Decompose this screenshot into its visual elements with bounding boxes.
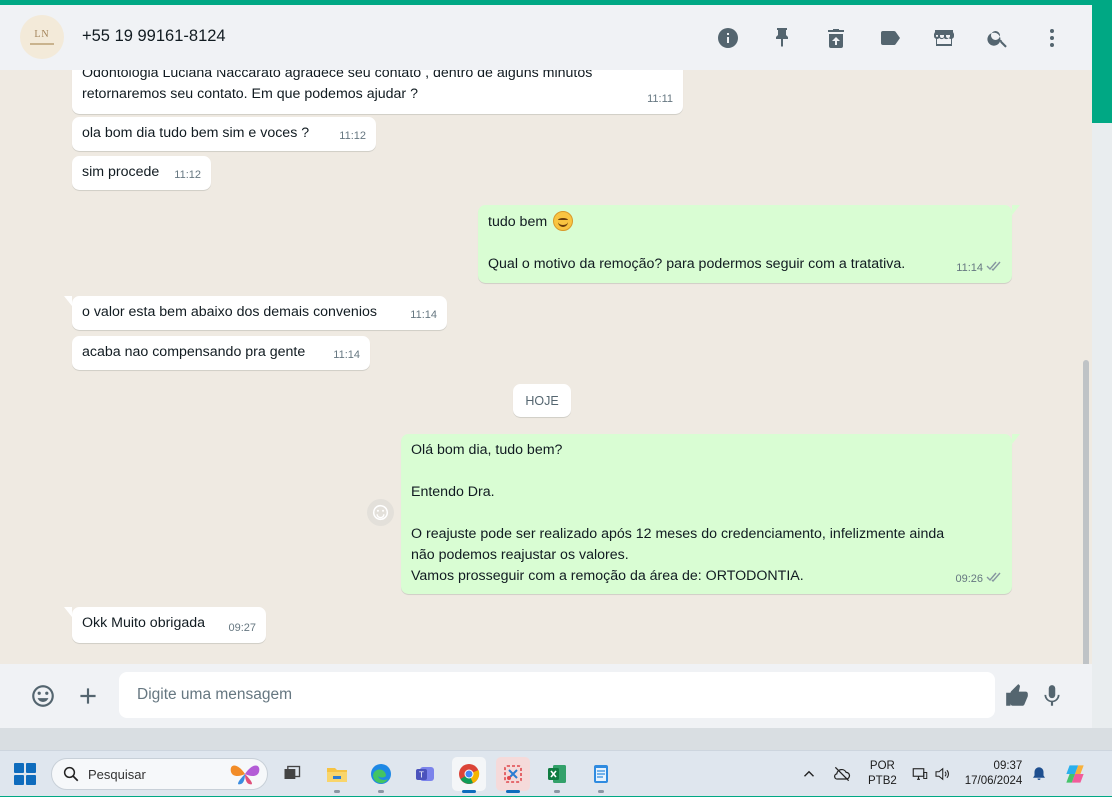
snipping-tool-icon[interactable] <box>496 757 530 793</box>
windows-start-icon[interactable] <box>14 763 36 785</box>
double-check-icon <box>986 258 1002 279</box>
message-incoming[interactable]: ola bom dia tudo bem sim e voces ? 11:12 <box>72 117 376 151</box>
message-text: Entendo Dra. <box>411 484 495 500</box>
chrome-icon[interactable] <box>452 757 486 793</box>
store-icon[interactable] <box>928 22 960 54</box>
message-text: tudo bem <box>488 214 548 230</box>
info-icon[interactable] <box>712 22 744 54</box>
message-time: 11:11 <box>647 93 673 105</box>
language-code: POR <box>869 760 895 772</box>
message-time: 11:14 <box>956 262 983 274</box>
clock[interactable]: 09:37 17/06/2024 <box>965 759 1023 789</box>
network-icon[interactable] <box>911 765 929 783</box>
menu-icon[interactable] <box>1036 22 1068 54</box>
edge-browser-icon[interactable] <box>364 757 398 793</box>
volume-icon[interactable] <box>933 765 951 783</box>
clock-time: 09:37 <box>993 760 1023 772</box>
message-incoming[interactable]: o valor esta bem abaixo dos demais conve… <box>64 296 447 330</box>
message-text: retornaremos seu contato. Em que podemos… <box>82 86 418 102</box>
message-line: tudo bem <box>488 211 1002 233</box>
keyboard-layout: PTB2 <box>868 775 897 787</box>
smiling-face-emoji-icon <box>553 211 574 231</box>
message-text: Vamos prosseguir com a remoção da área d… <box>411 568 804 584</box>
excel-icon[interactable] <box>540 757 574 793</box>
task-view-icon[interactable] <box>275 757 309 791</box>
message-text: O reajuste pode ser realizado após 12 me… <box>411 526 945 542</box>
message-text: o valor esta bem abaixo dos demais conve… <box>82 304 377 320</box>
windows-taskbar: Pesquisar T POR PTB2 09:37 17/06/2024 <box>0 750 1112 796</box>
svg-text:T: T <box>419 771 424 780</box>
message-time: 09:26 <box>955 573 983 585</box>
message-time: 11:14 <box>333 349 360 361</box>
message-text: Olá bom dia, tudo bem? <box>411 442 563 458</box>
label-icon[interactable] <box>874 22 906 54</box>
contact-avatar[interactable]: LN <box>20 15 64 59</box>
thumbs-up-icon[interactable] <box>1001 680 1033 712</box>
cloud-offline-icon[interactable] <box>832 764 852 784</box>
whatsapp-window: LN +55 19 99161-8124 Odontologia Luciana… <box>0 5 1092 728</box>
message-text: Odontologia Luciana Naccarato agradece s… <box>82 70 593 81</box>
message-composer <box>0 664 1092 728</box>
message-incoming[interactable]: Odontologia Luciana Naccarato agradece s… <box>72 70 683 114</box>
running-indicator <box>334 790 340 793</box>
running-indicator <box>506 790 520 793</box>
desktop-gap <box>0 728 1112 750</box>
reaction-button[interactable] <box>367 499 394 526</box>
microphone-icon[interactable] <box>1036 680 1068 712</box>
notification-bell-icon[interactable] <box>1030 765 1048 783</box>
delete-icon[interactable] <box>820 22 852 54</box>
message-incoming[interactable]: acaba nao compensando pra gente 11:14 <box>72 336 370 370</box>
pin-icon[interactable] <box>766 22 798 54</box>
message-text: não podemos reajustar os valores. <box>411 547 629 563</box>
message-time: 11:12 <box>174 169 201 181</box>
running-indicator <box>598 790 604 793</box>
attach-plus-icon[interactable] <box>72 680 104 712</box>
day-divider: HOJE <box>513 384 571 417</box>
message-outgoing[interactable]: tudo bem Qual o motivo da remoção? para … <box>478 205 1020 283</box>
keyboard-language[interactable]: POR PTB2 <box>868 759 897 789</box>
double-check-icon <box>986 569 1002 590</box>
teams-icon[interactable]: T <box>408 757 442 791</box>
search-label: Pesquisar <box>88 766 146 782</box>
clock-date: 17/06/2024 <box>964 775 1023 787</box>
message-incoming[interactable]: Okk Muito obrigada 09:27 <box>64 607 266 643</box>
notepad-icon[interactable] <box>584 757 618 793</box>
message-input[interactable] <box>119 672 995 718</box>
window-edge <box>1092 123 1112 728</box>
header-actions <box>712 22 1068 54</box>
file-explorer-icon[interactable] <box>320 757 354 793</box>
running-indicator <box>462 790 476 793</box>
running-indicator <box>554 790 560 793</box>
message-incoming[interactable]: sim procede 11:12 <box>72 156 211 190</box>
message-text: ola bom dia tudo bem sim e voces ? <box>82 125 310 141</box>
emoji-icon[interactable] <box>27 680 59 712</box>
message-meta: 11:14 <box>956 258 1002 279</box>
copilot-icon[interactable] <box>1062 761 1088 787</box>
butterfly-icon <box>230 765 260 785</box>
message-text: acaba nao compensando pra gente <box>82 344 306 360</box>
contact-name[interactable]: +55 19 99161-8124 <box>82 27 226 46</box>
search-icon[interactable] <box>982 22 1014 54</box>
window-edge-accent <box>1092 5 1112 123</box>
message-meta: 09:26 <box>955 569 1002 590</box>
avatar-monogram: LN <box>34 28 50 40</box>
chat-header: LN +55 19 99161-8124 <box>0 5 1092 70</box>
message-time: 09:27 <box>228 622 256 634</box>
message-time: 11:12 <box>339 130 366 142</box>
search-icon <box>63 766 79 782</box>
message-list[interactable]: Odontologia Luciana Naccarato agradece s… <box>0 70 1092 664</box>
message-text: Qual o motivo da remoção? para podermos … <box>488 256 906 272</box>
taskbar-search[interactable]: Pesquisar <box>51 758 268 790</box>
chat-scrollbar[interactable] <box>1083 360 1089 664</box>
emoji-reaction-icon <box>372 504 389 521</box>
chevron-up-icon[interactable] <box>800 765 818 783</box>
running-indicator <box>378 790 384 793</box>
avatar-logo-line <box>30 42 54 45</box>
message-outgoing[interactable]: Olá bom dia, tudo bem? Entendo Dra. O re… <box>401 434 1020 594</box>
system-tray: POR PTB2 09:37 17/06/2024 <box>800 751 1088 797</box>
message-time: 11:14 <box>410 309 437 321</box>
